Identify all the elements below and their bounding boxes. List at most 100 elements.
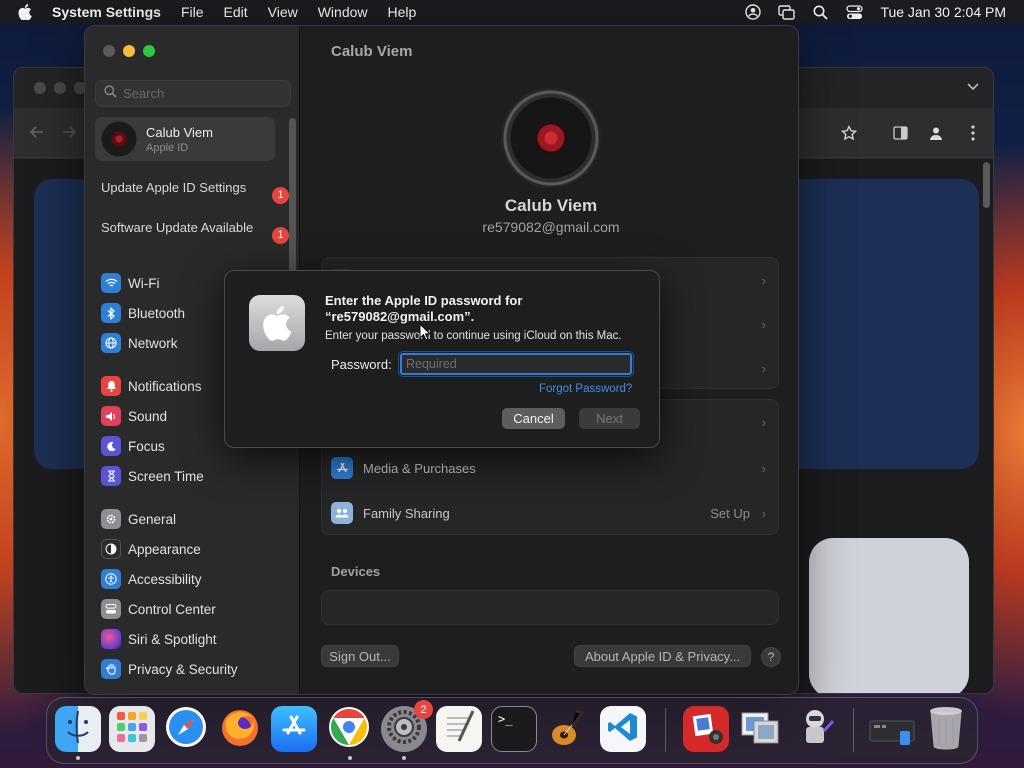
sidebar-item-notifications[interactable]: Notifications <box>101 375 202 397</box>
dock-trash[interactable] <box>923 706 969 752</box>
apple-menu-icon[interactable] <box>18 4 34 20</box>
sidebar-item-general[interactable]: General <box>101 508 176 530</box>
dock-textedit[interactable] <box>436 706 482 752</box>
sidebar-item-wifi[interactable]: Wi-Fi <box>101 272 159 294</box>
sidebar-item-accessibility[interactable]: Accessibility <box>101 568 202 590</box>
sign-out-button[interactable]: Sign Out... <box>321 645 399 667</box>
photo-booth-icon <box>688 709 724 750</box>
sidebar-item-network[interactable]: Network <box>101 332 178 354</box>
sidebar-item-screen-time[interactable]: Screen Time <box>101 465 204 487</box>
sidebar-item-focus[interactable]: Focus <box>101 435 165 457</box>
dialog-title: Enter the Apple ID password for “re57908… <box>325 293 523 324</box>
sidebar-item-siri-spotlight[interactable]: Siri & Spotlight <box>101 628 217 650</box>
back-arrow-icon[interactable] <box>28 123 46 141</box>
apple-id-name: Calub Viem <box>504 196 598 215</box>
dock-vscode[interactable] <box>600 706 646 752</box>
browser-scrollbar[interactable] <box>981 160 991 680</box>
forgot-password-link[interactable]: Forgot Password? <box>539 383 632 395</box>
menu-bar-clock[interactable]: Tue Jan 30 2:04 PM <box>880 4 1006 20</box>
notification-badge: 1 <box>272 227 289 244</box>
dock-downloads-stack[interactable] <box>869 706 915 752</box>
menu-app-name[interactable]: System Settings <box>52 4 161 20</box>
more-menu-icon[interactable] <box>964 124 982 142</box>
sidebar-item-control-center[interactable]: Control Center <box>101 598 216 620</box>
apple-id-password-dialog: Enter the Apple ID password for “re57908… <box>224 270 660 448</box>
menu-window[interactable]: Window <box>318 4 368 20</box>
password-label: Password: <box>331 357 392 372</box>
notification-badge: 1 <box>272 187 289 204</box>
search-input[interactable] <box>123 86 283 101</box>
sidebar-item-bluetooth[interactable]: Bluetooth <box>101 302 185 324</box>
tab-list-chevron-icon[interactable] <box>967 80 979 94</box>
sidebar-item-label: Wi-Fi <box>128 275 160 291</box>
menu-view[interactable]: View <box>268 4 298 20</box>
sidebar-item-label: Siri & Spotlight <box>128 631 217 647</box>
sidebar-item-label: Sound <box>128 408 168 424</box>
dock-safari[interactable] <box>163 706 209 752</box>
minimize-button[interactable] <box>123 45 135 57</box>
sidebar-account-apple-id[interactable]: Calub Viem Apple ID <box>95 117 275 161</box>
chevron-right-icon: › <box>761 414 766 430</box>
dock-preview[interactable] <box>737 706 783 752</box>
trash-icon <box>926 704 966 755</box>
help-button[interactable]: ? <box>761 647 781 667</box>
menu-edit[interactable]: Edit <box>224 4 248 20</box>
close-button[interactable] <box>103 45 115 57</box>
sidebar-item-label: Network <box>128 335 178 351</box>
dock-app-store[interactable] <box>271 706 317 752</box>
sidebar-search[interactable] <box>95 80 291 107</box>
forward-arrow-icon[interactable] <box>60 123 78 141</box>
menu-bar: System Settings File Edit View Window He… <box>0 0 1024 24</box>
wifi-icon <box>101 273 121 293</box>
password-field[interactable] <box>398 351 634 377</box>
dock-system-settings[interactable]: 2 <box>381 700 433 752</box>
update-apple-id-settings-item[interactable]: Update Apple ID Settings 1 <box>101 180 289 204</box>
user-account-icon[interactable] <box>744 4 761 21</box>
dock-notification-badge: 2 <box>414 700 433 719</box>
sidebar-item-privacy-security[interactable]: Privacy & Security <box>101 658 238 680</box>
apple-id-avatar[interactable] <box>501 88 601 188</box>
sidebar-item-label: Control Center <box>128 601 216 617</box>
textedit-icon <box>441 709 477 750</box>
menu-file[interactable]: File <box>181 4 204 20</box>
dock-terminal[interactable]: >_ <box>491 706 537 752</box>
cancel-button[interactable]: Cancel <box>502 408 565 429</box>
sidebar-item-sound[interactable]: Sound <box>101 405 167 427</box>
screen-mirroring-icon[interactable] <box>778 4 796 21</box>
bookmark-star-icon[interactable] <box>840 124 858 142</box>
dock-automator[interactable] <box>792 706 838 752</box>
zoom-button[interactable] <box>143 45 155 57</box>
page-title: Calub Viem <box>331 43 413 60</box>
dock-separator <box>853 708 854 752</box>
search-icon <box>104 84 117 103</box>
app-store-icon <box>331 457 353 479</box>
siri-icon <box>101 629 121 649</box>
spotlight-search-icon[interactable] <box>812 4 829 21</box>
profile-icon[interactable] <box>927 124 945 142</box>
menu-help[interactable]: Help <box>388 4 417 20</box>
notice-label: Software Update Available <box>101 220 254 235</box>
dock-firefox[interactable] <box>217 706 263 752</box>
software-update-available-item[interactable]: Software Update Available 1 <box>101 220 289 244</box>
row-label: Family Sharing <box>363 505 450 521</box>
dock-garageband[interactable] <box>545 706 591 752</box>
dock-photo-booth[interactable] <box>683 706 729 752</box>
dock-finder[interactable] <box>55 706 101 752</box>
next-button[interactable]: Next <box>579 408 640 429</box>
globe-icon <box>101 333 121 353</box>
family-sharing-icon <box>331 502 353 524</box>
row-media-purchases[interactable]: Media & Purchases › <box>322 446 778 490</box>
dock-chrome[interactable] <box>326 706 372 752</box>
sidebar-item-appearance[interactable]: Appearance <box>101 538 201 560</box>
sidebar-scrollbar[interactable] <box>289 118 296 278</box>
safari-icon <box>164 705 208 754</box>
about-apple-id-privacy-button[interactable]: About Apple ID & Privacy... <box>574 645 751 667</box>
devices-heading: Devices <box>331 564 381 579</box>
sidebar-toggle-icon[interactable] <box>891 124 909 142</box>
control-center-icon[interactable] <box>846 4 864 21</box>
launchpad-icon <box>115 710 149 749</box>
running-indicator <box>76 756 80 760</box>
row-family-sharing[interactable]: Family Sharing Set Up › <box>322 491 778 535</box>
dock-launchpad[interactable] <box>109 706 155 752</box>
running-indicator <box>402 756 406 760</box>
